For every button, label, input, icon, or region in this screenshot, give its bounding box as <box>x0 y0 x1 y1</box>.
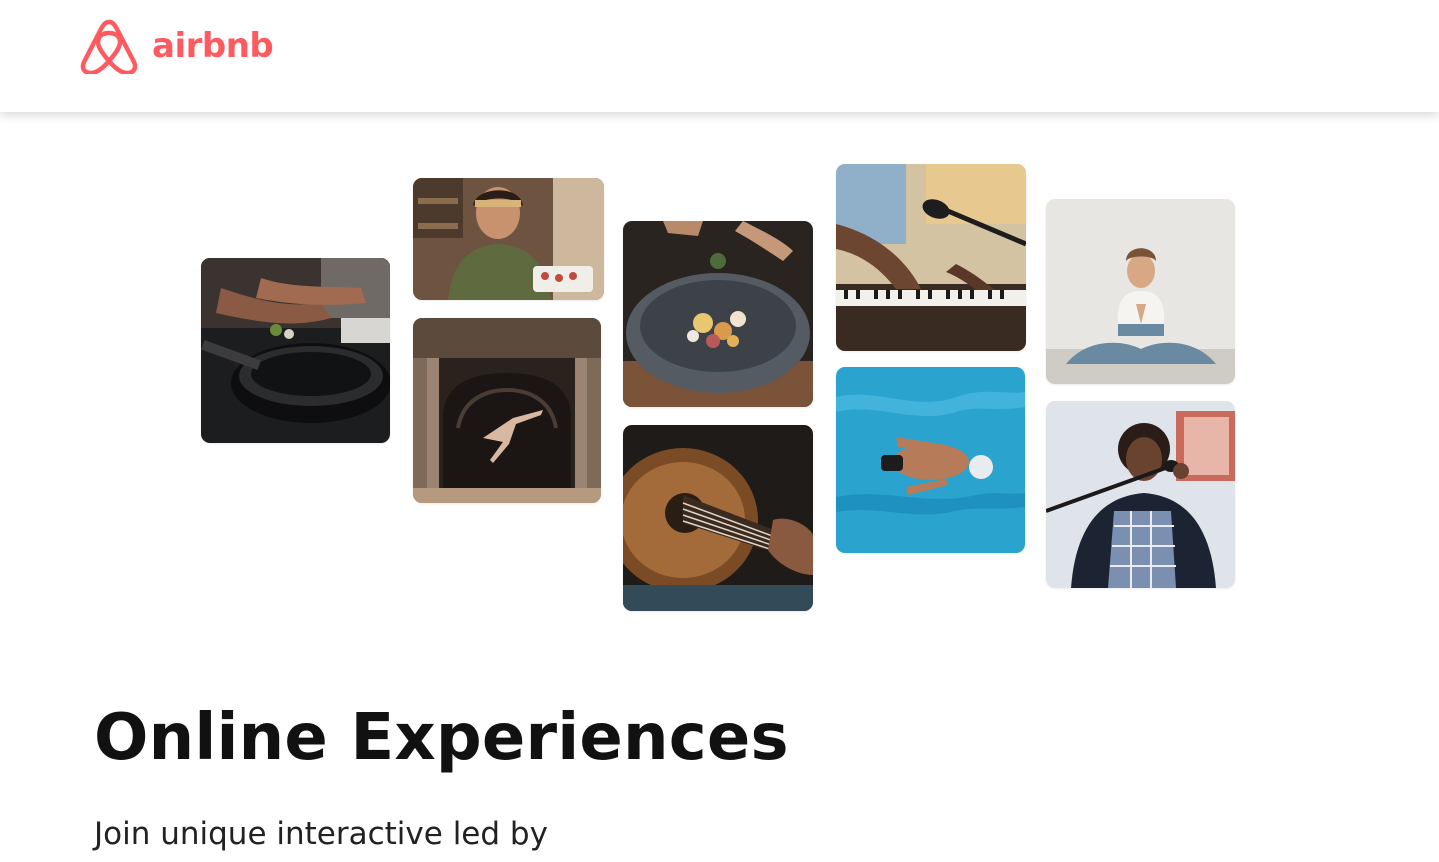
photo-dancer <box>413 318 601 503</box>
airbnb-logo[interactable]: airbnb <box>76 18 274 74</box>
page-subtitle: Join unique interactive led by <box>94 816 548 852</box>
airbnb-belo-icon <box>76 18 142 74</box>
logo-wordmark: airbnb <box>152 26 274 66</box>
photo-yoga <box>1046 199 1235 384</box>
page-title: Online Experiences <box>94 701 789 775</box>
photo-food-bowl <box>623 221 813 407</box>
photo-chef-woman <box>413 178 604 300</box>
photo-singer <box>1046 401 1235 588</box>
top-navbar: airbnb <box>0 0 1439 112</box>
photo-guitar <box>623 425 813 611</box>
photo-keyboard-mic <box>836 164 1026 351</box>
photo-cooking-pan <box>201 258 390 443</box>
photo-swimmer <box>836 367 1025 553</box>
